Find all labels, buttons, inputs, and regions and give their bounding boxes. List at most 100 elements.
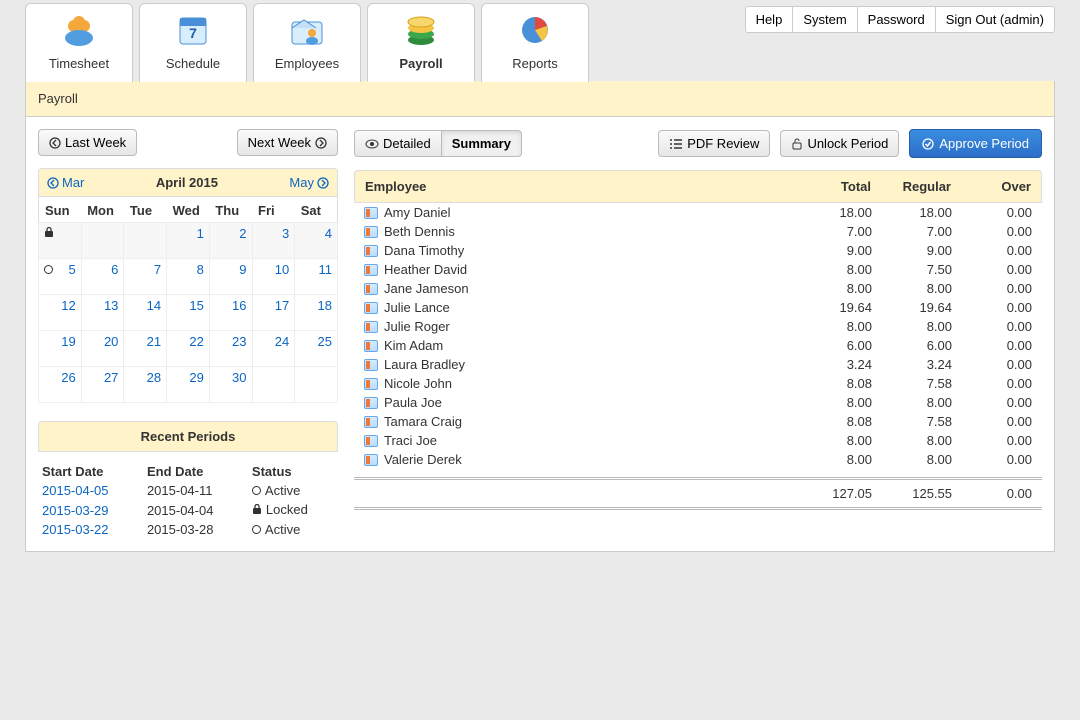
totals-over: 0.00 xyxy=(952,486,1032,501)
active-marker-icon xyxy=(44,262,53,277)
employee-total: 8.08 xyxy=(792,414,872,429)
period-end: 2015-04-11 xyxy=(143,481,248,500)
period-end: 2015-03-28 xyxy=(143,520,248,539)
calendar-day[interactable]: 11 xyxy=(295,259,338,295)
calendar-day[interactable]: 7 xyxy=(124,259,167,295)
employee-regular: 19.64 xyxy=(872,300,952,315)
col-total: Total xyxy=(791,179,871,194)
employee-row[interactable]: Kim Adam6.006.000.00 xyxy=(354,336,1042,355)
calendar-day[interactable]: 23 xyxy=(209,331,252,367)
calendar-day[interactable]: 9 xyxy=(209,259,252,295)
summary-view-button[interactable]: Summary xyxy=(441,130,522,157)
employee-name: Tamara Craig xyxy=(384,414,462,429)
employee-row[interactable]: Nicole John8.087.580.00 xyxy=(354,374,1042,393)
calendar-next-month[interactable]: May xyxy=(289,175,329,190)
approve-period-button[interactable]: Approve Period xyxy=(909,129,1042,158)
employee-totals-row: 127.05 125.55 0.00 xyxy=(354,477,1042,510)
calendar-table: SunMonTueWedThuFriSat 123456789101112131… xyxy=(38,197,338,403)
calendar-day[interactable]: 13 xyxy=(81,295,124,331)
calendar-day[interactable]: 30 xyxy=(209,367,252,403)
employee-over: 0.00 xyxy=(952,395,1032,410)
employee-total: 8.00 xyxy=(792,452,872,467)
employee-name: Dana Timothy xyxy=(384,243,464,258)
tab-payroll[interactable]: Payroll xyxy=(367,3,475,82)
employee-icon xyxy=(364,397,378,409)
employee-row[interactable]: Beth Dennis7.007.000.00 xyxy=(354,222,1042,241)
calendar-day[interactable]: 17 xyxy=(252,295,295,331)
calendar-day[interactable]: 14 xyxy=(124,295,167,331)
employee-row[interactable]: Laura Bradley3.243.240.00 xyxy=(354,355,1042,374)
weekday-header: Sun xyxy=(39,197,82,223)
weekday-header: Fri xyxy=(252,197,295,223)
day-number: 5 xyxy=(68,262,75,277)
nav-tabs: Timesheet7ScheduleEmployeesPayroll Report… xyxy=(0,3,1080,82)
period-start-link[interactable]: 2015-03-29 xyxy=(42,503,109,518)
employee-row[interactable]: Julie Lance19.6419.640.00 xyxy=(354,298,1042,317)
col-regular: Regular xyxy=(871,179,951,194)
calendar-day[interactable]: 21 xyxy=(124,331,167,367)
calendar-day[interactable]: 26 xyxy=(39,367,82,403)
employee-over: 0.00 xyxy=(952,376,1032,391)
employee-total: 9.00 xyxy=(792,243,872,258)
calendar-day[interactable]: 16 xyxy=(209,295,252,331)
day-number: 10 xyxy=(275,262,289,277)
calendar-day[interactable]: 6 xyxy=(81,259,124,295)
calendar-day[interactable]: 20 xyxy=(81,331,124,367)
employee-row[interactable]: Dana Timothy9.009.000.00 xyxy=(354,241,1042,260)
tab-reports[interactable]: Reports xyxy=(481,3,589,82)
calendar-day[interactable]: 1 xyxy=(167,223,210,259)
day-number: 9 xyxy=(239,262,246,277)
employee-row[interactable]: Tamara Craig8.087.580.00 xyxy=(354,412,1042,431)
col-over: Over xyxy=(951,179,1031,194)
calendar-day[interactable]: 12 xyxy=(39,295,82,331)
period-status: Locked xyxy=(252,502,308,517)
employee-over: 0.00 xyxy=(952,243,1032,258)
tab-label: Reports xyxy=(482,56,588,71)
calendar-day[interactable]: 8 xyxy=(167,259,210,295)
detailed-view-button[interactable]: Detailed xyxy=(354,130,442,157)
calendar-day[interactable]: 27 xyxy=(81,367,124,403)
calendar-day[interactable]: 2 xyxy=(209,223,252,259)
calendar-day[interactable]: 24 xyxy=(252,331,295,367)
calendar-day[interactable]: 4 xyxy=(295,223,338,259)
day-number: 26 xyxy=(61,370,75,385)
employee-row[interactable]: Heather David8.007.500.00 xyxy=(354,260,1042,279)
calendar-day[interactable]: 10 xyxy=(252,259,295,295)
calendar-day[interactable]: 29 xyxy=(167,367,210,403)
employee-regular: 8.00 xyxy=(872,319,952,334)
calendar-day[interactable]: 3 xyxy=(252,223,295,259)
last-week-button[interactable]: Last Week xyxy=(38,129,137,156)
employee-row[interactable]: Julie Roger8.008.000.00 xyxy=(354,317,1042,336)
pdf-review-button[interactable]: PDF Review xyxy=(658,130,770,157)
weekday-header: Mon xyxy=(81,197,124,223)
employee-row[interactable]: Traci Joe8.008.000.00 xyxy=(354,431,1042,450)
period-end: 2015-04-04 xyxy=(143,500,248,520)
last-week-label: Last Week xyxy=(65,135,126,150)
day-number: 19 xyxy=(61,334,75,349)
employee-regular: 7.00 xyxy=(872,224,952,239)
calendar-day[interactable]: 25 xyxy=(295,331,338,367)
unlock-period-button[interactable]: Unlock Period xyxy=(780,130,899,157)
period-start-link[interactable]: 2015-04-05 xyxy=(42,483,109,498)
employee-icon xyxy=(364,378,378,390)
calendar-next-label: May xyxy=(289,175,314,190)
employee-name: Kim Adam xyxy=(384,338,443,353)
calendar-day[interactable]: 19 xyxy=(39,331,82,367)
calendar-day[interactable]: 28 xyxy=(124,367,167,403)
period-start-link[interactable]: 2015-03-22 xyxy=(42,522,109,537)
check-icon xyxy=(922,138,934,150)
tab-timesheet[interactable]: Timesheet xyxy=(25,3,133,82)
tab-employees[interactable]: Employees xyxy=(253,3,361,82)
tab-schedule[interactable]: 7Schedule xyxy=(139,3,247,82)
calendar-day[interactable]: 5 xyxy=(39,259,82,295)
employee-name: Valerie Derek xyxy=(384,452,462,467)
employee-row[interactable]: Paula Joe8.008.000.00 xyxy=(354,393,1042,412)
employee-row[interactable]: Valerie Derek8.008.000.00 xyxy=(354,450,1042,469)
calendar-day[interactable]: 15 xyxy=(167,295,210,331)
calendar-day[interactable]: 18 xyxy=(295,295,338,331)
employee-row[interactable]: Amy Daniel18.0018.000.00 xyxy=(354,203,1042,222)
employee-row[interactable]: Jane Jameson8.008.000.00 xyxy=(354,279,1042,298)
calendar-day[interactable]: 22 xyxy=(167,331,210,367)
calendar-prev-month[interactable]: Mar xyxy=(47,175,84,190)
next-week-button[interactable]: Next Week xyxy=(237,129,338,156)
